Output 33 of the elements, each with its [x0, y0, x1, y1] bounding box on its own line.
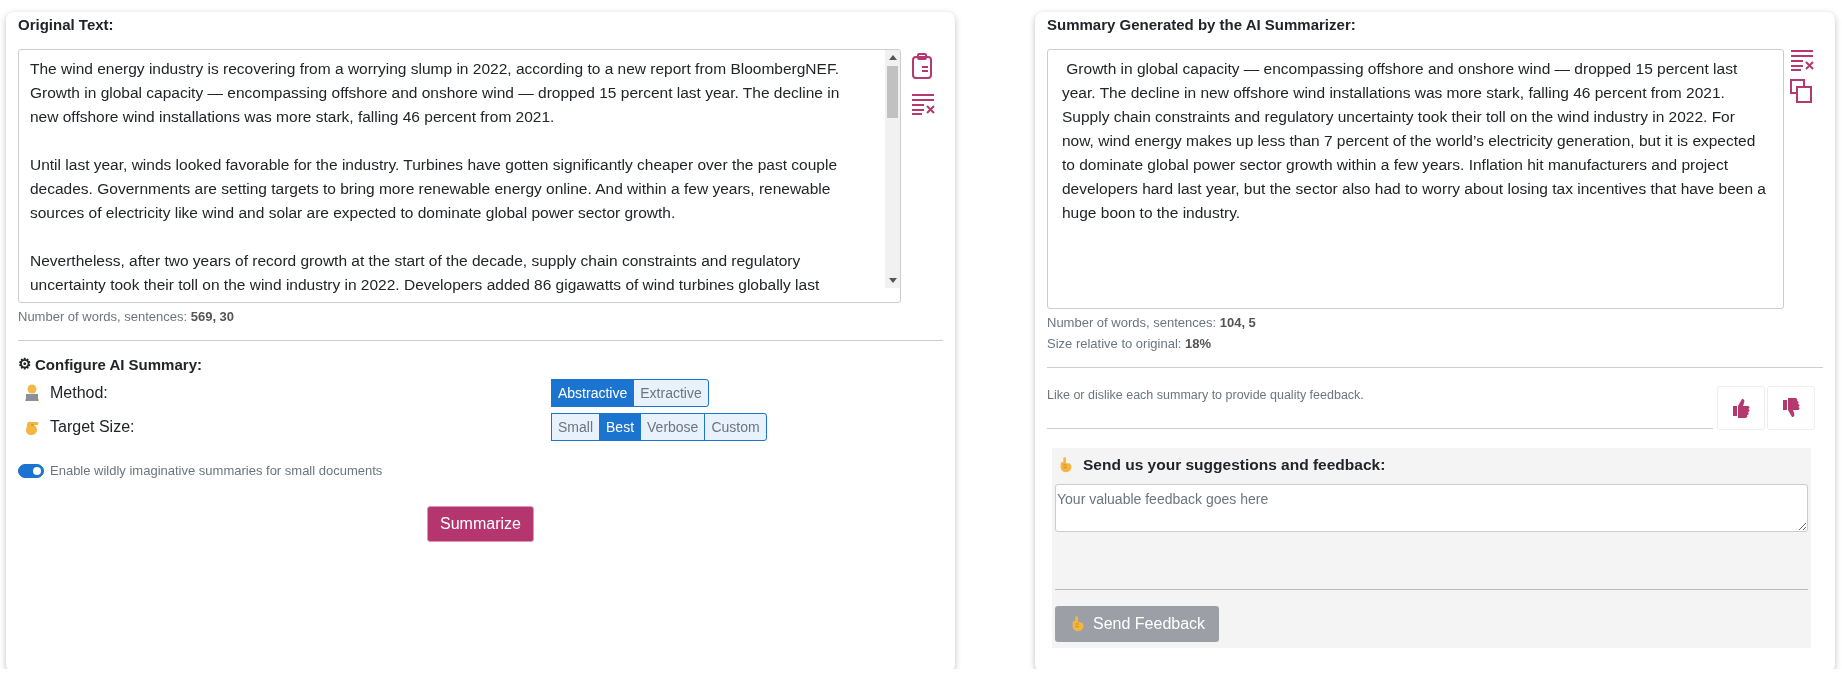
option-button[interactable]: Extractive: [633, 379, 709, 407]
setting-label: Target Size:: [50, 418, 135, 436]
text-area[interactable]: The wind energy industry is recovering from a worrying slump in 2022, according to a new report from BloombergNEF. Growth in global capacity — encompassing offshore and onshore wind — dropped 15 percent last year. The decline in new offshore wind installations was more stark, falling 46 percent from 2021. Until last year, winds looked favorable for the industry. Turbines have gotten significantly cheaper over the past couple decades. Governments are setting targets to bring more renewable energy online. And within a few years, renewable sources of electricity like wind and solar are expected to dominate global power sector growth. Nevertheless, after two years of record growth at the start of the decade, supply chain constraints and regulatory uncertainty took their toll on the wind industry in 2022. Developers added 86 gigawatts of wind turbines globally last: [18, 49, 901, 303]
summarize-button[interactable]: Summarize: [427, 506, 534, 542]
thumbs-down-icon: [1780, 397, 1802, 419]
section-title: Configure AI Summary:: [35, 355, 202, 373]
person-laptop-icon: [22, 383, 42, 403]
option-button[interactable]: Abstractive: [551, 379, 635, 407]
scrollbar[interactable]: [885, 50, 900, 288]
section-title: Summary Generated by the AI Summarizer:: [1047, 16, 1356, 33]
clear-text-icon[interactable]: [911, 93, 937, 115]
stats-text: Size relative to original: 18%: [1047, 336, 1212, 351]
stats-text: Number of words, sentences: 569, 30: [18, 309, 235, 324]
option-button[interactable]: Custom: [704, 413, 767, 441]
feedback-prompt: Like or dislike each summary to provide quality feedback.: [1047, 387, 1365, 404]
stats-text: Number of words, sentences: 104, 5: [1047, 315, 1256, 330]
thumbs-up-button[interactable]: [1717, 386, 1765, 430]
text-area[interactable]: Growth in global capacity — encompassing offshore and onshore wind — dropped 15 percent last year. The decline in new offshore wind installations was more stark, falling 46 percent from 2021. Supply chain constraints and regulatory uncertainty took their toll on the wind industry in 2022. For now, wind energy makes up less than 7 percent of the world’s electricity generation, but it is expected to dominate global power sector growth within a few years. Inflation hit manufacturers and project developers hard last year, but the sector also had to worry about losing tax incentives that have been a huge boon to the industry.: [1047, 49, 1784, 309]
feedback-heading: Send us your suggestions and feedback:: [1083, 456, 1386, 474]
feedback-field[interactable]: Your valuable feedback goes here: [1055, 484, 1808, 532]
toggle-switch[interactable]: [18, 463, 44, 478]
copy-icon[interactable]: [1790, 79, 1812, 103]
gear-icon: ⚙: [18, 355, 31, 373]
toggle-label: Enable wildly imaginative summaries for small documents: [50, 463, 383, 478]
option-button[interactable]: Verbose: [640, 413, 706, 441]
option-button[interactable]: Best: [599, 413, 642, 441]
clipboard-icon[interactable]: [911, 53, 933, 79]
section-title: Original Text:: [18, 16, 114, 33]
option-button[interactable]: Small: [551, 413, 600, 441]
setting-label: Method:: [50, 384, 108, 402]
thumbs-up-icon: [1730, 397, 1752, 419]
clear-text-icon[interactable]: [1790, 49, 1816, 71]
thumbs-down-button[interactable]: [1767, 386, 1815, 430]
